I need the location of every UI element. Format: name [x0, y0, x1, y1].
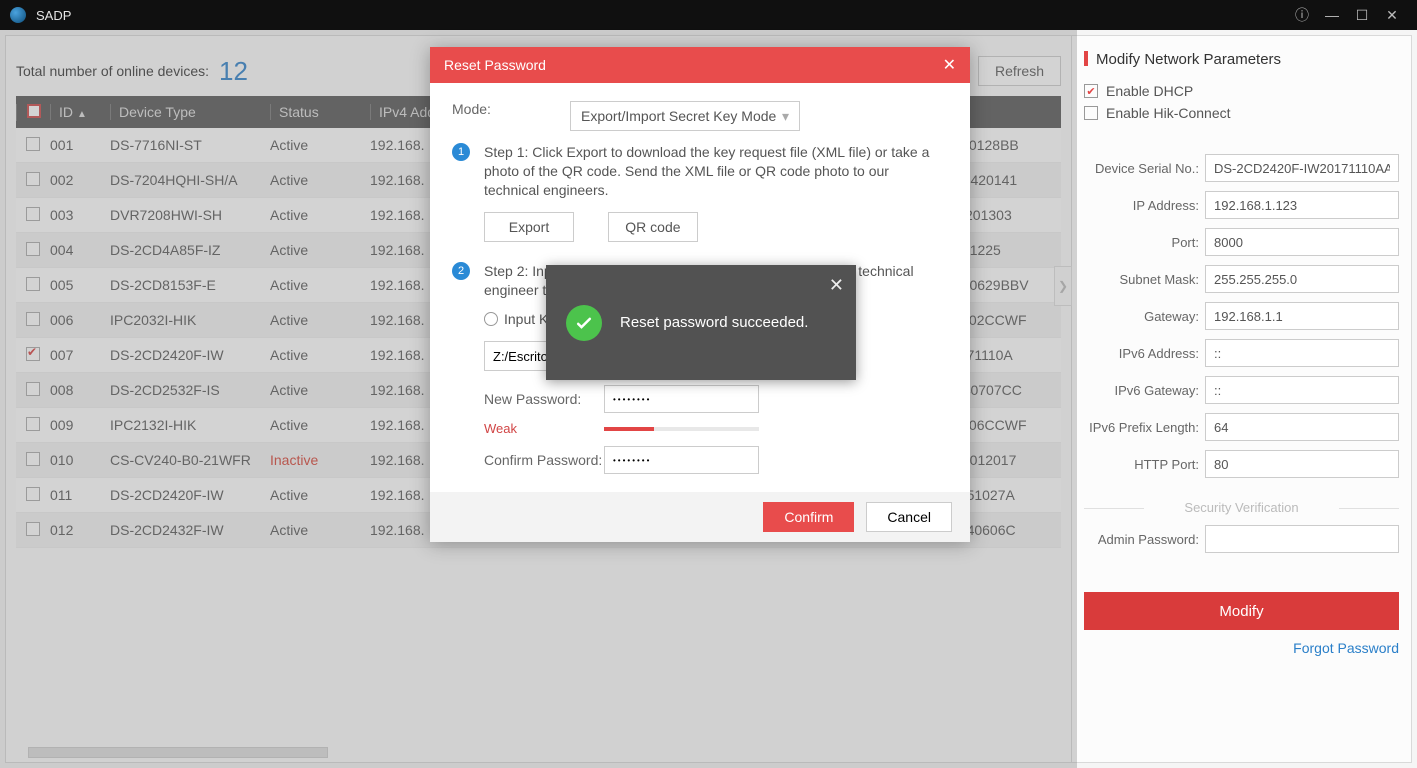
minimize-icon[interactable]: —: [1317, 7, 1347, 23]
confirm-button[interactable]: Confirm: [763, 502, 854, 532]
step1-badge: 1: [452, 143, 470, 161]
success-toast: Reset password succeeded. ✕: [546, 265, 856, 380]
confirm-password-label: Confirm Password:: [484, 452, 604, 468]
new-password-input[interactable]: [604, 385, 759, 413]
chevron-down-icon: ▾: [782, 108, 789, 125]
app-title: SADP: [36, 8, 1287, 23]
info-icon[interactable]: ⓘ: [1287, 5, 1317, 25]
toast-message: Reset password succeeded.: [620, 314, 808, 331]
mode-select[interactable]: Export/Import Secret Key Mode▾: [570, 101, 800, 131]
qrcode-button[interactable]: QR code: [608, 212, 698, 242]
step1-text: Step 1: Click Export to download the key…: [484, 143, 948, 200]
new-password-label: New Password:: [484, 391, 604, 407]
toast-close-icon[interactable]: ✕: [829, 275, 844, 296]
export-button[interactable]: Export: [484, 212, 574, 242]
step2-badge: 2: [452, 262, 470, 280]
modal-header: Reset Password ✕: [430, 47, 970, 83]
success-check-icon: [566, 305, 602, 341]
modal-title: Reset Password: [444, 57, 546, 73]
modal-close-icon[interactable]: ✕: [943, 55, 956, 75]
close-icon[interactable]: ✕: [1377, 7, 1407, 24]
app-logo: [10, 7, 26, 23]
titlebar: SADP ⓘ — ☐ ✕: [0, 0, 1417, 30]
maximize-icon[interactable]: ☐: [1347, 7, 1377, 24]
confirm-password-input[interactable]: [604, 446, 759, 474]
cancel-button[interactable]: Cancel: [866, 502, 952, 532]
password-strength-bar: [604, 427, 759, 431]
mode-label: Mode:: [452, 101, 570, 117]
password-strength-label: Weak: [484, 421, 604, 436]
